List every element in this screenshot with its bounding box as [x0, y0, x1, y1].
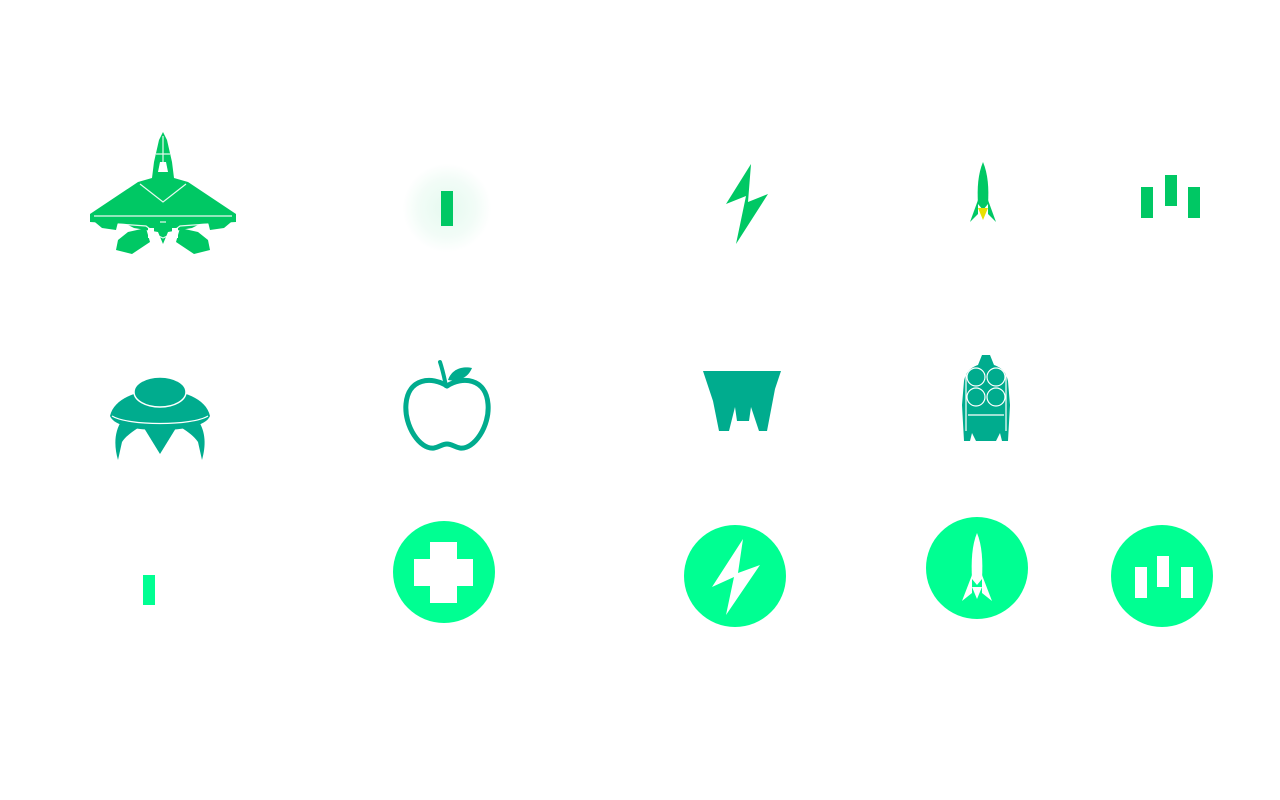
pod-icon: [962, 355, 1010, 441]
triple-bar-pickup: [1141, 175, 1201, 219]
lightning-bolt-icon: [726, 164, 768, 244]
enemy-ufo: [108, 376, 212, 462]
player-bullet: [441, 191, 453, 226]
lightning-powerup: [684, 525, 786, 627]
player-ship-icon: [90, 132, 236, 254]
lightning-powerup-icon: [684, 525, 786, 627]
triple-shot-powerup-icon: [1111, 525, 1213, 627]
lightning-bolt: [718, 164, 770, 244]
triple-shot-powerup: [1111, 525, 1213, 627]
enemy-apple: [402, 360, 492, 452]
missile-powerup-icon: [926, 517, 1028, 619]
health-cross-icon: [393, 521, 495, 623]
missile-powerup: [926, 517, 1028, 619]
small-bullet: [143, 575, 155, 605]
ufo-icon: [110, 376, 210, 460]
triple-bar-icon: [1141, 175, 1200, 218]
health-powerup: [393, 521, 495, 623]
apple-icon: [403, 360, 491, 451]
bullet-icon: [441, 191, 453, 226]
player-ship: [88, 132, 238, 256]
fortress-icon: [703, 371, 781, 431]
enemy-fortress: [703, 371, 781, 433]
enemy-pod: [962, 355, 1010, 443]
missile-icon: [970, 162, 996, 222]
small-bullet-icon: [143, 575, 155, 605]
player-missile: [968, 162, 998, 226]
